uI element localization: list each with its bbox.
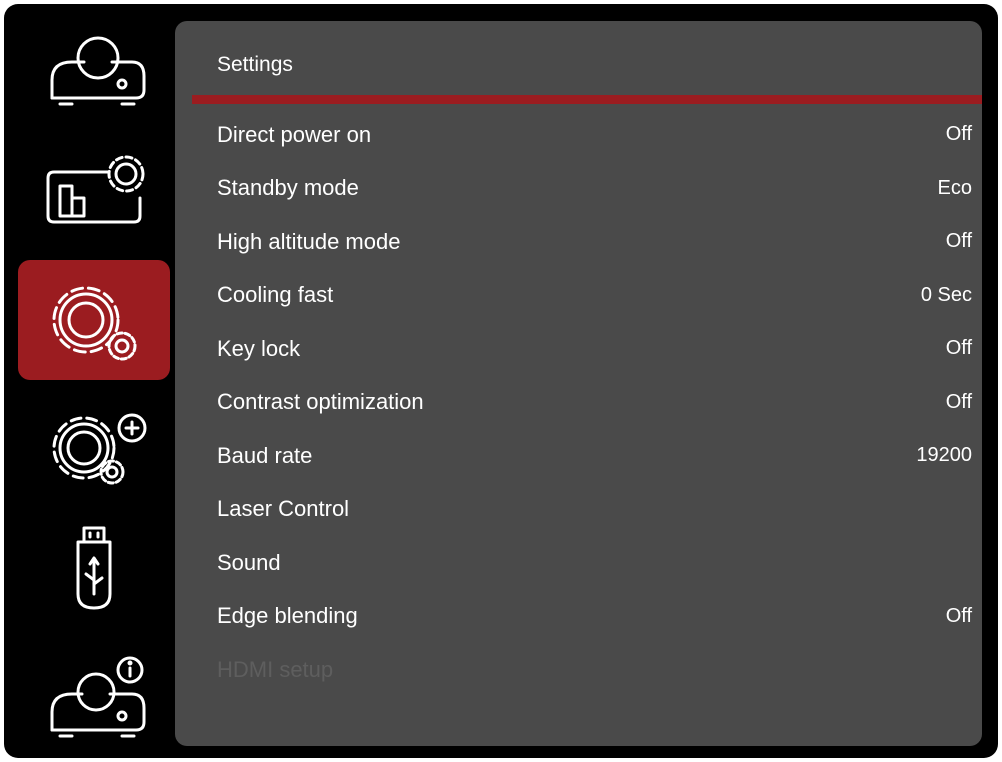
menu-item-key-lock[interactable]: Key lock Off	[175, 322, 982, 376]
menu-item-value: 19200	[916, 444, 972, 467]
title-divider	[192, 95, 982, 104]
menu-item-label: Key lock	[217, 335, 301, 361]
menu-item-direct-power-on[interactable]: Direct power on Off	[175, 108, 982, 162]
sidebar	[4, 4, 174, 758]
menu-item-label: High altitude mode	[217, 228, 401, 254]
sidebar-item-advanced[interactable]	[18, 384, 170, 504]
menu-item-edge-blending[interactable]: Edge blending Off	[175, 590, 982, 644]
menu-item-label: Laser Control	[217, 496, 350, 522]
panel-title: Settings	[217, 53, 293, 76]
projector-info-icon	[50, 656, 146, 738]
menu-item-label: HDMI setup	[217, 656, 334, 682]
menu-item-value: Eco	[937, 176, 972, 199]
menu-item-label: Cooling fast	[217, 282, 334, 308]
menu-item-sound[interactable]: Sound	[175, 536, 982, 590]
settings-panel: Settings Direct power on Off Standby mod…	[175, 21, 982, 746]
menu-item-value: Off	[945, 390, 972, 413]
menu-item-label: Sound	[217, 549, 281, 575]
menu-item-value: Off	[945, 604, 972, 627]
sidebar-item-settings[interactable]	[18, 260, 170, 380]
menu-item-laser-control[interactable]: Laser Control	[175, 483, 982, 537]
sidebar-item-display[interactable]	[18, 132, 170, 252]
sidebar-item-information[interactable]	[18, 634, 170, 754]
menu-item-label: Direct power on	[217, 121, 372, 147]
projector-icon	[50, 36, 146, 106]
settings-gear-icon	[52, 286, 137, 361]
menu-item-label: Standby mode	[217, 175, 359, 201]
sidebar-item-usb[interactable]	[18, 508, 170, 628]
menu-item-standby-mode[interactable]: Standby mode Eco	[175, 162, 982, 216]
menu-item-value: Off	[945, 230, 972, 253]
menu-item-value: Off	[945, 337, 972, 360]
menu-item-value: Off	[945, 123, 972, 146]
menu-item-label: Baud rate	[217, 442, 313, 468]
menu-item-label: Contrast optimization	[217, 389, 424, 415]
advanced-settings-icon	[52, 413, 147, 485]
osd-frame: Settings Direct power on Off Standby mod…	[4, 4, 998, 758]
settings-list: Direct power on Off Standby mode Eco Hig…	[175, 108, 982, 697]
menu-item-label: Edge blending	[217, 603, 358, 629]
usb-icon	[76, 526, 112, 610]
menu-item-contrast-optimization[interactable]: Contrast optimization Off	[175, 376, 982, 430]
menu-item-cooling-fast[interactable]: Cooling fast 0 Sec	[175, 269, 982, 323]
menu-item-high-altitude-mode[interactable]: High altitude mode Off	[175, 215, 982, 269]
menu-item-baud-rate[interactable]: Baud rate 19200	[175, 429, 982, 483]
menu-item-value: 0 Sec	[920, 283, 972, 306]
menu-item-hdmi-setup: HDMI setup	[175, 643, 982, 697]
sidebar-item-projector[interactable]	[18, 8, 170, 128]
display-settings-icon	[46, 155, 145, 224]
